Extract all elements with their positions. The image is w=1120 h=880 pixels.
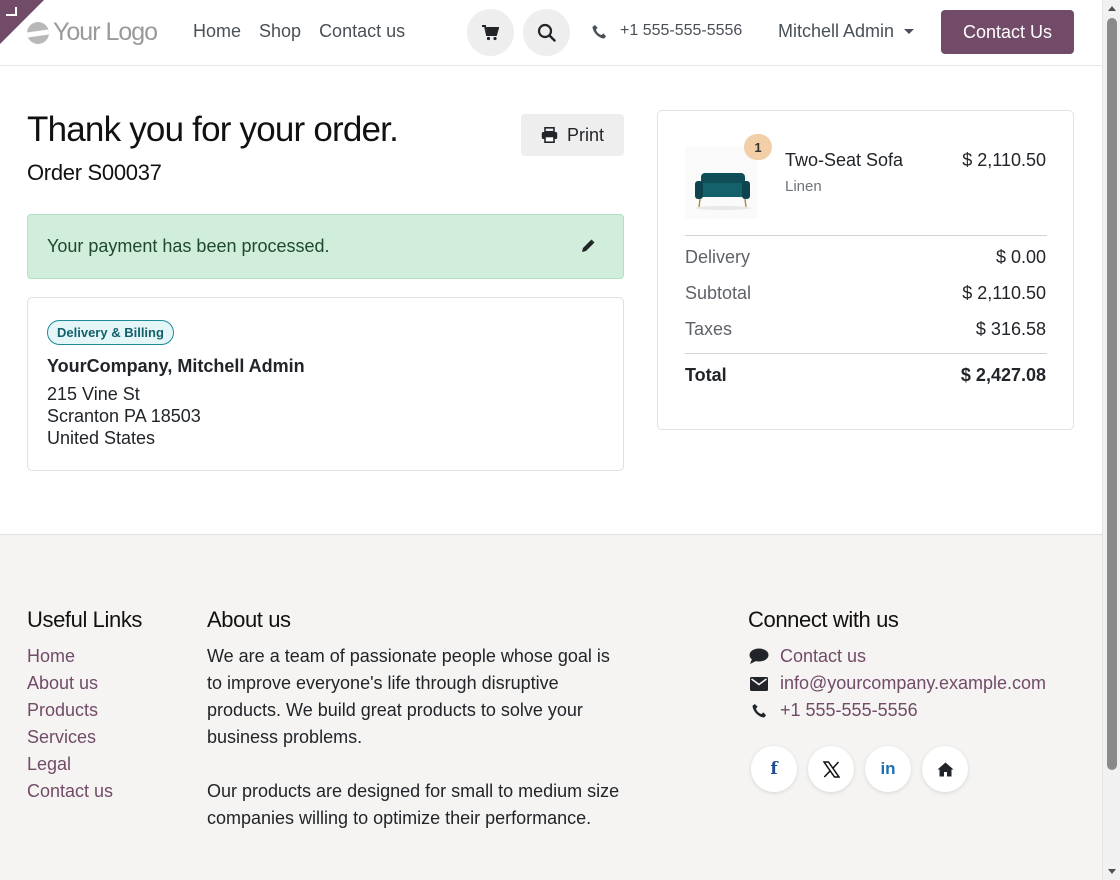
order-number: Order S00037	[27, 160, 162, 185]
summary-divider	[685, 235, 1047, 236]
chat-bubble-icon	[748, 648, 770, 665]
sofa-icon	[695, 173, 751, 210]
product-price: $ 2,110.50	[962, 150, 1046, 170]
site-footer: Useful Links Home About us Products Serv…	[0, 534, 1102, 880]
total-label: Total	[685, 365, 727, 385]
logo-mark-icon	[27, 21, 49, 44]
about-paragraph-2: Our products are designed for small to m…	[207, 781, 620, 828]
about-us-title: About us	[207, 607, 291, 632]
phone-icon	[748, 703, 770, 718]
subtotal-value: $ 2,110.50	[962, 283, 1046, 303]
edit-payment-button[interactable]	[581, 239, 595, 258]
home-social-button[interactable]	[922, 746, 968, 792]
address-card: Delivery & Billing YourCompany, Mitchell…	[27, 297, 624, 471]
logo-text: Your Logo	[53, 18, 158, 46]
taxes-label: Taxes	[685, 319, 733, 339]
order-summary-card: 1 Two-Seat Sofa Linen $ 2,110.50 Deliver…	[657, 110, 1074, 430]
scroll-up-icon[interactable]	[1108, 6, 1116, 11]
footer-phone: +1 555-555-5556	[780, 700, 918, 720]
footer-link-home[interactable]: Home	[27, 646, 75, 667]
delivery-label: Delivery	[685, 247, 751, 267]
corner-arrow-icon	[6, 7, 17, 16]
address-street: 215 Vine St	[47, 384, 140, 404]
footer-email-link[interactable]: info@yourcompany.example.com	[748, 673, 1046, 694]
print-label: Print	[566, 124, 604, 145]
cart-icon	[482, 24, 499, 40]
total-divider	[685, 353, 1047, 354]
nav-item-shop[interactable]: Shop	[259, 21, 301, 42]
scroll-thumb[interactable]	[1107, 18, 1117, 770]
nav-item-contact[interactable]: Contact us	[319, 21, 405, 42]
linkedin-icon: in	[880, 759, 896, 778]
delivery-billing-badge: Delivery & Billing	[47, 320, 174, 345]
footer-link-about[interactable]: About us	[27, 673, 98, 694]
scroll-down-icon[interactable]	[1108, 869, 1116, 874]
page-title: Thank you for your order.	[27, 110, 399, 149]
user-menu[interactable]: Mitchell Admin	[778, 21, 915, 42]
linkedin-button[interactable]: in	[865, 746, 911, 792]
search-icon	[537, 23, 556, 42]
product-image[interactable]	[685, 147, 757, 219]
product-variant: Linen	[785, 178, 822, 195]
about-paragraph-1: We are a team of passionate people whose…	[207, 646, 610, 747]
x-twitter-button[interactable]	[808, 746, 854, 792]
x-twitter-icon	[822, 760, 840, 778]
user-name: Mitchell Admin	[778, 21, 895, 41]
facebook-button[interactable]: f	[751, 746, 797, 792]
footer-contact-label: Contact us	[780, 646, 867, 666]
vertical-scrollbar[interactable]	[1102, 0, 1120, 880]
printer-icon	[541, 127, 558, 143]
site-logo[interactable]: Your Logo	[27, 18, 158, 47]
footer-link-services[interactable]: Services	[27, 727, 96, 748]
connect-title: Connect with us	[748, 607, 899, 632]
contact-us-button[interactable]: Contact Us	[941, 10, 1074, 54]
header-phone-number: +1 555-555-5556	[620, 22, 743, 39]
address-city: Scranton PA 18503	[47, 406, 201, 426]
main-nav: Home Shop Contact us	[193, 21, 405, 42]
delivery-value: $ 0.00	[995, 247, 1046, 267]
facebook-icon: f	[770, 759, 778, 779]
footer-contact-link[interactable]: Contact us	[748, 646, 866, 667]
print-button[interactable]: Print	[521, 114, 624, 156]
quantity-badge: 1	[744, 134, 772, 160]
total-value: $ 2,427.08	[960, 365, 1046, 385]
search-button[interactable]	[523, 9, 570, 56]
footer-phone-link[interactable]: +1 555-555-5556	[748, 700, 918, 721]
cart-button[interactable]	[467, 9, 514, 56]
phone-icon	[592, 24, 607, 39]
page: Your Logo Home Shop Contact us +1 555-55…	[0, 0, 1102, 880]
header-phone[interactable]: +1 555-555-5556	[592, 22, 742, 40]
footer-link-contact[interactable]: Contact us	[27, 781, 113, 802]
footer-email: info@yourcompany.example.com	[780, 673, 1047, 693]
address-name: YourCompany, Mitchell Admin	[47, 356, 305, 376]
site-header: Your Logo Home Shop Contact us +1 555-55…	[0, 0, 1102, 66]
product-name[interactable]: Two-Seat Sofa	[785, 150, 903, 171]
footer-link-legal[interactable]: Legal	[27, 754, 71, 775]
address-country: United States	[47, 428, 156, 448]
pencil-icon	[582, 239, 595, 252]
footer-link-products[interactable]: Products	[27, 700, 98, 721]
nav-item-home[interactable]: Home	[193, 21, 241, 42]
envelope-icon	[748, 676, 770, 691]
chevron-down-icon	[904, 29, 915, 34]
taxes-value: $ 316.58	[975, 319, 1046, 339]
payment-alert: Your payment has been processed.	[27, 214, 624, 279]
payment-message: Your payment has been processed.	[47, 236, 330, 256]
useful-links-title: Useful Links	[27, 607, 143, 632]
subtotal-label: Subtotal	[685, 283, 752, 303]
home-icon	[937, 762, 953, 776]
